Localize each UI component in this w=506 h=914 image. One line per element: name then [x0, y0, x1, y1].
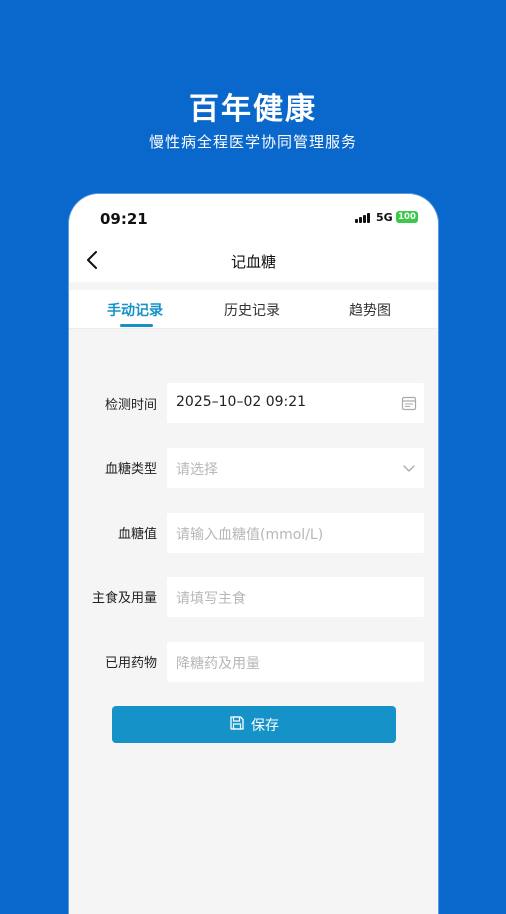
type-select[interactable]: 请选择 [167, 448, 424, 488]
signal-icon [355, 213, 370, 223]
food-label: 主食及用量 [91, 591, 157, 606]
network-type: 5G [376, 211, 393, 224]
save-icon [229, 715, 245, 735]
medication-placeholder: 降糖药及用量 [176, 656, 260, 672]
type-placeholder: 请选择 [176, 462, 218, 478]
time-field[interactable]: 2025–10–02 09:21 [167, 383, 424, 423]
medication-input[interactable]: 降糖药及用量 [167, 642, 424, 682]
nav-bar: 记血糖 [69, 240, 438, 282]
save-button[interactable]: 保存 [112, 706, 396, 743]
battery-icon: 100 [396, 211, 418, 223]
food-input[interactable]: 请填写主食 [167, 577, 424, 617]
status-bar: 09:21 5G 100 [69, 194, 438, 240]
medication-label: 已用药物 [104, 656, 157, 671]
time-label: 检测时间 [104, 398, 157, 413]
tab-bar: 手动记录 历史记录 趋势图 [69, 290, 438, 329]
tab-active-indicator [120, 324, 153, 327]
food-placeholder: 请填写主食 [176, 591, 246, 607]
value-label: 血糖值 [117, 527, 157, 542]
time-value: 2025–10–02 09:21 [176, 394, 307, 410]
phone-screen: 09:21 5G 100 记血糖 手动记录 历史记录 趋势图 检测时间 2025… [69, 194, 438, 914]
save-label: 保存 [251, 717, 279, 734]
tab-history[interactable]: 历史记录 [224, 300, 280, 320]
type-label: 血糖类型 [104, 462, 157, 477]
page-title: 记血糖 [230, 253, 276, 271]
promo-title: 百年健康 [189, 92, 317, 127]
tab-manual-record[interactable]: 手动记录 [107, 300, 163, 320]
tab-trend[interactable]: 趋势图 [349, 300, 391, 320]
glucose-value-input[interactable]: 请输入血糖值(mmol/L) [167, 513, 424, 553]
calendar-icon [401, 395, 417, 411]
promo-subtitle: 慢性病全程医学协同管理服务 [148, 133, 357, 151]
value-placeholder: 请输入血糖值(mmol/L) [176, 527, 324, 543]
chevron-down-icon [401, 460, 417, 476]
status-time: 09:21 [100, 210, 148, 228]
